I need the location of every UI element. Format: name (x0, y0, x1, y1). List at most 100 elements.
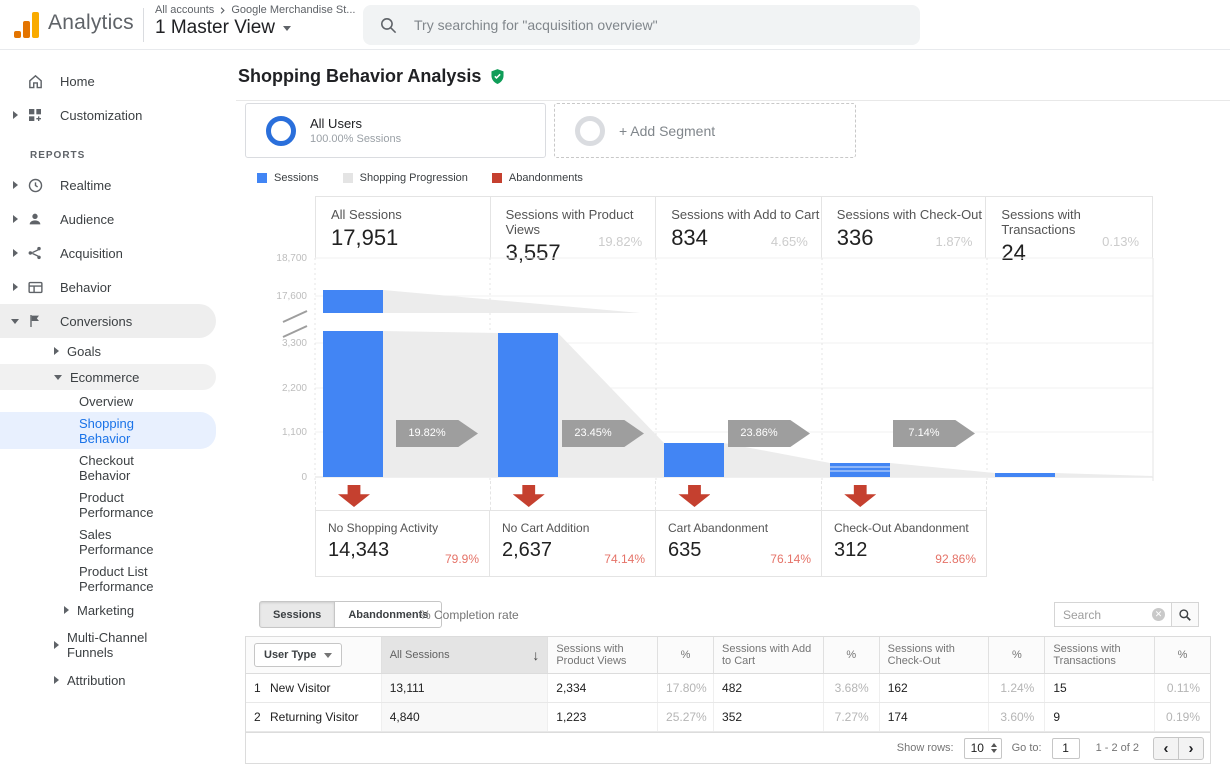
cell-add-to-cart: 482 (713, 674, 823, 702)
sidebar-label: Shopping Behavior (79, 412, 179, 449)
stat-cart-abandonment: Cart Abandonment 635 76.14% (656, 511, 822, 576)
column-header-product-views[interactable]: Sessions with Product Views (547, 637, 657, 673)
global-search-input[interactable] (414, 17, 904, 33)
cell-all-sessions: 13,111 (381, 674, 548, 702)
completion-rate-toggle[interactable]: % Completion rate (420, 608, 519, 622)
column-header-add-to-cart[interactable]: Sessions with Add to Cart (713, 637, 823, 673)
chart-legend: Sessions Shopping Progression Abandonmen… (257, 172, 583, 184)
abandonment-arrow-row (315, 481, 987, 510)
previous-page-button[interactable]: ‹ (1153, 737, 1179, 760)
stat-checkout-abandonment: Check-Out Abandonment 312 92.86% (822, 511, 986, 576)
add-segment-button[interactable]: + Add Segment (554, 103, 856, 158)
cell-all-sessions: 4,840 (381, 703, 548, 731)
column-header-percent[interactable]: % (1154, 637, 1210, 673)
global-search[interactable] (363, 5, 920, 45)
user-type-dropdown[interactable]: User Type (254, 643, 342, 667)
column-header-check-out[interactable]: Sessions with Check-Out (879, 637, 989, 673)
home-icon (26, 72, 44, 90)
search-icon (1178, 608, 1192, 622)
analytics-app: Analytics All accounts Google Merchandis… (0, 0, 1230, 774)
sidebar-item-home[interactable]: Home (0, 64, 236, 98)
column-header-transactions[interactable]: Sessions with Transactions (1044, 637, 1154, 673)
goto-page-input[interactable] (1052, 738, 1080, 759)
sidebar-label: Overview (79, 390, 179, 412)
sidebar-item-customization[interactable]: Customization (0, 98, 236, 132)
sidebar-item-attribution[interactable]: Attribution (0, 667, 236, 693)
sidebar-item-ecommerce[interactable]: Ecommerce (0, 364, 216, 390)
next-page-button[interactable]: › (1178, 737, 1204, 760)
title-divider (236, 100, 1230, 101)
stat-no-shopping-activity: No Shopping Activity 14,343 79.9% (316, 511, 490, 576)
realtime-icon (26, 176, 44, 194)
search-icon (379, 16, 398, 35)
sidebar-item-overview[interactable]: Overview (0, 390, 236, 412)
chevron-down-icon (324, 653, 332, 658)
y-axis-tick: 3,300 (247, 338, 307, 349)
tab-sessions[interactable]: Sessions (259, 601, 335, 628)
sidebar-item-audience[interactable]: Audience (0, 202, 236, 236)
expand-arrow-icon (64, 606, 69, 614)
expand-arrow-icon (13, 181, 18, 189)
sidebar-item-checkout-behavior[interactable]: Checkout Behavior (0, 449, 236, 486)
sidebar-item-conversions[interactable]: Conversions (0, 304, 216, 338)
analytics-logo-icon[interactable] (14, 12, 40, 38)
sidebar-label: Product Performance (79, 486, 179, 523)
sidebar-item-realtime[interactable]: Realtime (0, 168, 236, 202)
column-header-percent[interactable]: % (823, 637, 879, 673)
table-search-button[interactable] (1172, 602, 1199, 627)
sidebar-item-multi-channel-funnels[interactable]: Multi-Channel Funnels (0, 627, 236, 663)
header-divider (143, 8, 144, 42)
stat-add-to-cart: Sessions with Add to Cart 834 4.65% (656, 197, 822, 258)
sidebar-item-marketing[interactable]: Marketing (0, 597, 236, 623)
abandonment-arrow-icon (678, 485, 710, 507)
view-selector[interactable]: 1 Master View (155, 17, 291, 39)
table-search: ✕ (1054, 602, 1199, 627)
sidebar-label: Product List Performance (79, 560, 179, 597)
collapse-arrow-icon (11, 319, 19, 324)
table-search-input[interactable] (1063, 608, 1152, 622)
sidebar-item-behavior[interactable]: Behavior (0, 270, 236, 304)
sidebar-item-acquisition[interactable]: Acquisition (0, 236, 236, 270)
segment-circle-icon (575, 116, 605, 146)
stat-product-views: Sessions with Product Views 3,557 19.82% (491, 197, 657, 258)
sidebar-item-sales-performance[interactable]: Sales Performance (0, 523, 236, 560)
funnel-stage-stats: All Sessions 17,951 Sessions with Produc… (315, 196, 1153, 258)
abandonment-stats: No Shopping Activity 14,343 79.9% No Car… (315, 510, 987, 577)
column-header-percent[interactable]: % (657, 637, 713, 673)
column-header-user-type: User Type (246, 637, 381, 673)
breadcrumb-root[interactable]: All accounts (155, 4, 214, 16)
table-row[interactable]: 2Returning Visitor 4,840 1,223 25.27% 35… (246, 703, 1210, 732)
show-rows-select[interactable]: 10 (964, 738, 1002, 759)
cell-percent: 3.60% (988, 703, 1044, 731)
audience-icon (26, 210, 44, 228)
funnel-chart-svg (315, 258, 1153, 481)
expand-arrow-icon (54, 676, 59, 684)
add-segment-label: + Add Segment (619, 123, 715, 139)
cell-transactions: 9 (1044, 703, 1154, 731)
breadcrumb[interactable]: All accounts Google Merchandise St... (155, 4, 355, 16)
sidebar-item-product-list-performance[interactable]: Product List Performance (0, 560, 236, 597)
sidebar-label: Marketing (77, 600, 187, 621)
legend-swatch (492, 173, 502, 183)
top-header: Analytics All accounts Google Merchandis… (0, 0, 1230, 50)
sidebar-item-shopping-behavior[interactable]: Shopping Behavior (0, 412, 216, 449)
sidebar-label: Multi-Channel Funnels (67, 627, 177, 663)
abandonment-arrow-icon (338, 485, 370, 507)
segment-all-users[interactable]: All Users 100.00% Sessions (245, 103, 546, 158)
sidebar-label: Sales Performance (79, 523, 179, 560)
page-title-text: Shopping Behavior Analysis (238, 66, 481, 87)
table-row[interactable]: 1New Visitor 13,111 2,334 17.80% 482 3.6… (246, 674, 1210, 703)
sidebar-item-goals[interactable]: Goals (0, 338, 236, 364)
expand-arrow-icon (54, 641, 59, 649)
column-header-all-sessions[interactable]: All Sessions ↓ (381, 637, 548, 673)
clear-search-icon[interactable]: ✕ (1152, 608, 1165, 621)
expand-arrow-icon (13, 283, 18, 291)
goto-label: Go to: (1012, 742, 1042, 754)
breadcrumb-entity[interactable]: Google Merchandise St... (231, 4, 355, 16)
cell-transactions: 15 (1044, 674, 1154, 702)
sidebar-item-product-performance[interactable]: Product Performance (0, 486, 236, 523)
app-title[interactable]: Analytics (48, 11, 134, 35)
column-header-percent[interactable]: % (988, 637, 1044, 673)
expand-arrow-icon (13, 215, 18, 223)
cell-percent: 1.24% (988, 674, 1044, 702)
